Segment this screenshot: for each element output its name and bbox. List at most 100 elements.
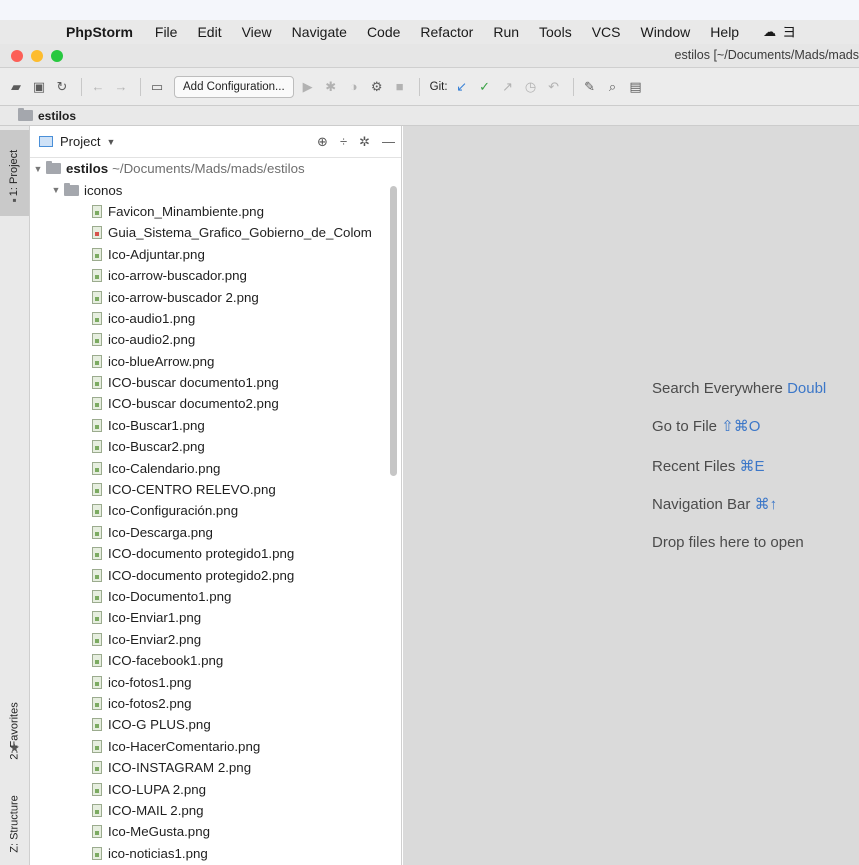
file-name: ico-fotos1.png [108, 674, 192, 690]
back-arrow-icon[interactable]: ← [88, 76, 108, 98]
menu-run[interactable]: Run [493, 24, 519, 40]
menu-app-name[interactable]: PhpStorm [66, 24, 133, 40]
git-commit-icon[interactable]: ✓ [475, 76, 495, 98]
file-row[interactable]: Ico-Documento1.png [30, 586, 401, 607]
file-row[interactable]: Ico-HacerComentario.png [30, 736, 401, 757]
file-row[interactable]: ico-arrow-buscador 2.png [30, 286, 401, 307]
file-row[interactable]: ICO-documento protegido2.png [30, 564, 401, 585]
file-row[interactable]: ico-blueArrow.png [30, 351, 401, 372]
tab-favorites[interactable]: 2: Favorites [0, 676, 29, 786]
file-row[interactable]: Ico-Calendario.png [30, 457, 401, 478]
git-rollback-icon[interactable]: ↶ [544, 76, 564, 98]
sync-icon[interactable]: ↻ [52, 76, 72, 98]
menu-view[interactable]: View [242, 24, 272, 40]
debug-icon[interactable]: ✱ [321, 76, 341, 98]
file-row[interactable]: ICO-LUPA 2.png [30, 778, 401, 799]
cloud-upload-icon[interactable]: ☁ [763, 24, 776, 40]
file-name: Favicon_Minambiente.png [108, 203, 264, 219]
file-row[interactable]: ico-noticias1.png [30, 843, 401, 864]
tree-root-row[interactable]: ▼ estilos ~/Documents/Mads/mads/estilos [30, 158, 401, 179]
run-icon[interactable]: ▶ [298, 76, 318, 98]
file-row[interactable]: Ico-Enviar2.png [30, 629, 401, 650]
file-row[interactable]: Favicon_Minambiente.png [30, 201, 401, 222]
file-name: Ico-Buscar1.png [108, 417, 205, 433]
file-row[interactable]: Ico-Adjuntar.png [30, 244, 401, 265]
profile-icon[interactable]: ⚙ [367, 76, 387, 98]
menu-navigate[interactable]: Navigate [292, 24, 347, 40]
file-row[interactable]: ico-fotos2.png [30, 693, 401, 714]
file-name: ICO-buscar documento2.png [108, 396, 279, 412]
hint-text: Search Everywhere [652, 380, 788, 397]
file-row[interactable]: ico-audio1.png [30, 308, 401, 329]
project-panel: Project ▼ ⊕ ÷ ✲ — ▼ estilos ~/Documents/… [30, 126, 402, 865]
git-history-icon[interactable]: ◷ [521, 76, 541, 98]
file-row[interactable]: ICO-documento protegido1.png [30, 543, 401, 564]
forward-arrow-icon[interactable]: → [111, 76, 131, 98]
open-folder-icon[interactable]: ▰ [6, 76, 26, 98]
menu-tail-glyph[interactable]: ヨ [782, 22, 796, 42]
window-title-bar: estilos [~/Documents/Mads/mads [0, 44, 859, 68]
file-row[interactable]: ico-arrow-buscador.png [30, 265, 401, 286]
image-file-icon [92, 397, 102, 411]
wrench-icon[interactable]: ✎ [580, 76, 600, 98]
file-row[interactable]: Ico-Buscar1.png [30, 415, 401, 436]
breadcrumb[interactable]: estilos [38, 109, 76, 123]
menu-file[interactable]: File [155, 24, 178, 40]
expand-arrow-icon[interactable]: ▼ [50, 185, 62, 195]
folder-icon [64, 182, 79, 196]
locate-file-icon[interactable]: ⊕ [317, 134, 328, 150]
menu-edit[interactable]: Edit [197, 24, 221, 40]
file-row[interactable]: Ico-Enviar1.png [30, 607, 401, 628]
chevron-down-icon[interactable]: ▼ [106, 137, 115, 147]
tree-folder-row[interactable]: ▼ iconos [30, 179, 401, 200]
project-view-selector[interactable]: Project [60, 134, 100, 149]
menu-code[interactable]: Code [367, 24, 400, 40]
file-row[interactable]: ICO-buscar documento1.png [30, 372, 401, 393]
file-row[interactable]: ICO-MAIL 2.png [30, 800, 401, 821]
tree-scrollbar[interactable] [390, 186, 397, 476]
search-icon[interactable]: ⌕ [603, 76, 623, 98]
tab-structure[interactable]: Z: Structure [0, 784, 29, 864]
menu-refactor[interactable]: Refactor [420, 24, 473, 40]
save-icon[interactable]: ▣ [29, 76, 49, 98]
tab-structure-label: Z: Structure [8, 795, 21, 853]
file-row[interactable]: Ico-Configuración.png [30, 500, 401, 521]
file-row[interactable]: ICO-INSTAGRAM 2.png [30, 757, 401, 778]
minimize-window-button[interactable] [31, 49, 43, 62]
file-row[interactable]: ICO-CENTRO RELEVO.png [30, 479, 401, 500]
hide-panel-icon[interactable]: — [382, 134, 395, 149]
file-row[interactable]: ICO-buscar documento2.png [30, 393, 401, 414]
file-row[interactable]: ico-fotos1.png [30, 671, 401, 692]
project-tree: ▼ estilos ~/Documents/Mads/mads/estilos … [30, 158, 401, 864]
menu-vcs[interactable]: VCS [592, 24, 621, 40]
file-row[interactable]: ICO-facebook1.png [30, 650, 401, 671]
menu-tools[interactable]: Tools [539, 24, 572, 40]
file-row[interactable]: Ico-Descarga.png [30, 522, 401, 543]
menu-help[interactable]: Help [710, 24, 739, 40]
git-update-icon[interactable]: ↙ [452, 76, 472, 98]
close-window-button[interactable] [11, 49, 23, 62]
terminal-icon[interactable]: ▤ [626, 76, 646, 98]
image-file-icon [92, 376, 102, 390]
settings-gear-icon[interactable]: ✲ [359, 134, 370, 150]
coverage-icon[interactable]: ◑ [344, 76, 364, 98]
file-row[interactable]: Guia_Sistema_Grafico_Gobierno_de_Colom [30, 222, 401, 243]
zoom-window-button[interactable] [51, 49, 63, 62]
hint-go-to-file: Go to File ⇧⌘O [652, 417, 760, 435]
navigation-bar: estilos [0, 106, 859, 126]
stop-icon[interactable]: ■ [390, 76, 410, 98]
file-row[interactable]: Ico-Buscar2.png [30, 436, 401, 457]
git-push-icon[interactable]: ↗ [498, 76, 518, 98]
run-config-icon[interactable]: ▭ [147, 76, 167, 98]
image-file-icon [92, 290, 102, 304]
file-row[interactable]: ico-audio2.png [30, 329, 401, 350]
collapse-all-icon[interactable]: ÷ [340, 134, 347, 149]
pdf-file-icon [92, 226, 102, 240]
toolbar-separator [140, 77, 141, 96]
expand-arrow-icon[interactable]: ▼ [32, 164, 44, 174]
file-row[interactable]: ICO-G PLUS.png [30, 714, 401, 735]
add-configuration-button[interactable]: Add Configuration... [174, 75, 294, 98]
file-name: ico-fotos2.png [108, 695, 192, 711]
file-row[interactable]: Ico-MeGusta.png [30, 821, 401, 842]
menu-window[interactable]: Window [641, 24, 691, 40]
